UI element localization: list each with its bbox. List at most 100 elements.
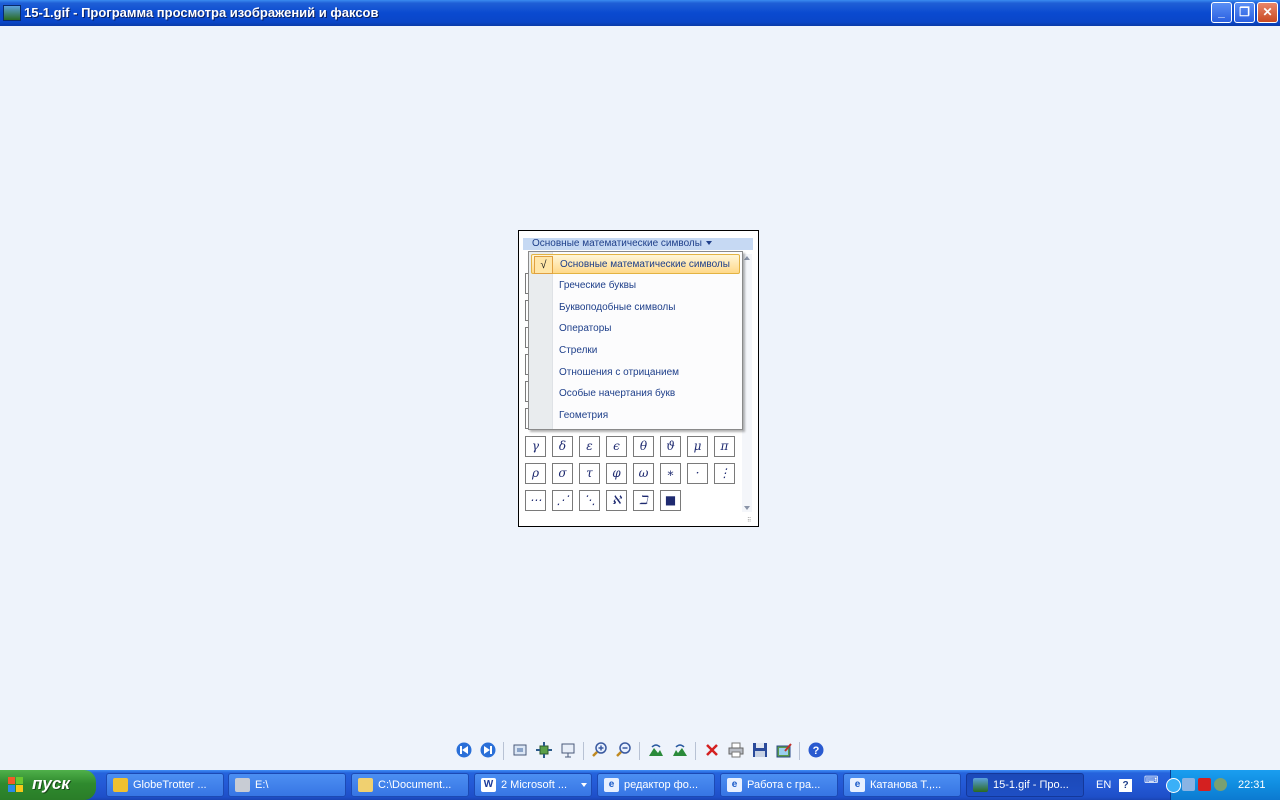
sound-icon[interactable] (1214, 778, 1227, 791)
print-icon[interactable] (727, 742, 744, 759)
symbol-cell[interactable]: δ (552, 436, 573, 457)
zoom-out-icon[interactable] (615, 742, 632, 759)
language-indicator[interactable]: EN (1096, 779, 1111, 791)
clock: 22:31 (1238, 779, 1266, 791)
taskbar-button-word-group[interactable]: W 2 Microsoft ... (474, 773, 592, 797)
title-bar: 15-1.gif - Программа просмотра изображен… (0, 0, 1280, 26)
delete-icon[interactable] (703, 742, 720, 759)
symbol-cell[interactable]: ∗ (660, 463, 681, 484)
next-image-icon[interactable] (479, 742, 496, 759)
symbol-category-menu: √ Основные математические символы Гречес… (528, 251, 743, 430)
symbol-cell[interactable]: ω (633, 463, 654, 484)
taskbar-button-graphics[interactable]: e Работа с гра... (720, 773, 838, 797)
taskbar-button-label: C:\Document... (378, 779, 452, 791)
help-icon[interactable]: ? (1119, 779, 1132, 792)
menu-item-label: Особые начертания букв (559, 388, 676, 399)
menu-item-arrows[interactable]: Стрелки (531, 341, 740, 361)
symbol-cell[interactable]: ⋮ (714, 463, 735, 484)
resize-grip-icon: ⠿ (747, 518, 752, 524)
symbol-cell[interactable]: φ (606, 463, 627, 484)
menu-item-negated-relations[interactable]: Отношения с отрицанием (531, 363, 740, 383)
symbol-cell[interactable]: · (687, 463, 708, 484)
start-button[interactable]: пуск (0, 770, 96, 800)
image-viewer-icon (973, 778, 988, 792)
rotate-counterclockwise-icon[interactable] (671, 742, 688, 759)
globetrotter-icon (113, 778, 128, 792)
menu-item-label: Основные математические символы (560, 259, 730, 270)
close-button[interactable]: ✕ (1257, 2, 1278, 23)
symbol-cell[interactable]: μ (687, 436, 708, 457)
taskbar-button-globetrotter[interactable]: GlobeTrotter ... (106, 773, 224, 797)
taskbar-button-label: E:\ (255, 779, 269, 791)
taskbar-button-formula-editor[interactable]: e редактор фо... (597, 773, 715, 797)
symbol-cell[interactable]: σ (552, 463, 573, 484)
antivirus-icon[interactable] (1198, 778, 1211, 791)
symbol-cell[interactable]: θ (633, 436, 654, 457)
symbol-cell[interactable]: ■ (660, 490, 681, 511)
menu-item-label: Стрелки (559, 345, 598, 356)
previous-image-icon[interactable] (455, 742, 472, 759)
symbol-scrollbar[interactable] (742, 254, 752, 512)
symbol-cell[interactable]: ϑ (660, 436, 681, 457)
actual-size-icon[interactable] (535, 742, 552, 759)
symbol-cell[interactable]: ⋯ (525, 490, 546, 511)
menu-item-label: Буквоподобные символы (559, 302, 676, 313)
taskbar-button-katanova[interactable]: e Катанова Т.,... (843, 773, 961, 797)
menu-item-geometry[interactable]: Геометрия (531, 406, 740, 426)
symbol-cell[interactable]: ℶ (633, 490, 654, 511)
edit-icon[interactable] (775, 742, 792, 759)
viewer-toolbar: ? (452, 740, 830, 762)
displayed-image: Основные математические символы γ δ ε ϵ … (518, 230, 759, 527)
symbol-cell[interactable]: τ (579, 463, 600, 484)
keyboard-layout-icon[interactable]: ⌨ (1144, 775, 1158, 786)
symbol-cell[interactable]: ℵ (606, 490, 627, 511)
symbol-cell[interactable]: γ (525, 436, 546, 457)
taskbar-button-drive-e[interactable]: E:\ (228, 773, 346, 797)
taskbar-button-label: GlobeTrotter ... (133, 779, 207, 791)
show-hidden-icons-icon[interactable] (1166, 778, 1181, 793)
toolbar-separator (799, 742, 800, 760)
taskbar-button-label: Работа с гра... (747, 779, 821, 791)
symbol-cell[interactable]: ⋱ (579, 490, 600, 511)
drive-icon (235, 778, 250, 792)
menu-item-scripts[interactable]: Особые начертания букв (531, 384, 740, 404)
scroll-down-icon[interactable] (744, 506, 750, 510)
rotate-clockwise-icon[interactable] (647, 742, 664, 759)
symbol-cell[interactable]: ε (579, 436, 600, 457)
symbol-category-dropdown[interactable]: Основные математические символы (523, 238, 753, 250)
menu-item-greek-letters[interactable]: Греческие буквы (531, 276, 740, 296)
menu-item-operators[interactable]: Операторы (531, 319, 740, 339)
symbol-cell[interactable]: ϵ (606, 436, 627, 457)
scroll-up-icon[interactable] (744, 256, 750, 260)
taskbar-button-image-viewer[interactable]: 15-1.gif - Про... (966, 773, 1084, 797)
ie-icon: e (850, 778, 865, 792)
symbol-cell[interactable]: π (714, 436, 735, 457)
word-icon: W (481, 778, 496, 792)
menu-item-label: Греческие буквы (559, 280, 637, 291)
chevron-down-icon (581, 783, 587, 787)
check-icon: √ (534, 256, 553, 274)
taskbar-button-documents[interactable]: C:\Document... (351, 773, 469, 797)
zoom-in-icon[interactable] (591, 742, 608, 759)
toolbar-separator (503, 742, 504, 760)
toolbar-separator (695, 742, 696, 760)
window-title: 15-1.gif - Программа просмотра изображен… (24, 5, 379, 20)
symbol-cell[interactable]: ⋰ (552, 490, 573, 511)
menu-item-label: Отношения с отрицанием (559, 367, 680, 378)
image-viewer-icon (3, 5, 21, 21)
menu-item-letter-like[interactable]: Буквоподобные символы (531, 298, 740, 318)
network-icon[interactable] (1182, 778, 1195, 791)
menu-item-basic-math[interactable]: √ Основные математические символы (531, 254, 740, 274)
help-icon[interactable]: ? (807, 742, 824, 759)
save-icon[interactable] (751, 742, 768, 759)
menu-item-label: Геометрия (559, 410, 609, 421)
symbol-cell[interactable]: ρ (525, 463, 546, 484)
best-fit-icon[interactable] (511, 742, 528, 759)
minimize-button[interactable]: _ (1211, 2, 1232, 23)
taskbar-button-label: 2 Microsoft ... (501, 779, 568, 791)
restore-button[interactable]: ❐ (1234, 2, 1255, 23)
slideshow-icon[interactable] (559, 742, 576, 759)
symbol-category-label: Основные математические символы (532, 238, 702, 249)
taskbar: пуск GlobeTrotter ... E:\ C:\Document...… (0, 770, 1280, 800)
ie-icon: e (604, 778, 619, 792)
